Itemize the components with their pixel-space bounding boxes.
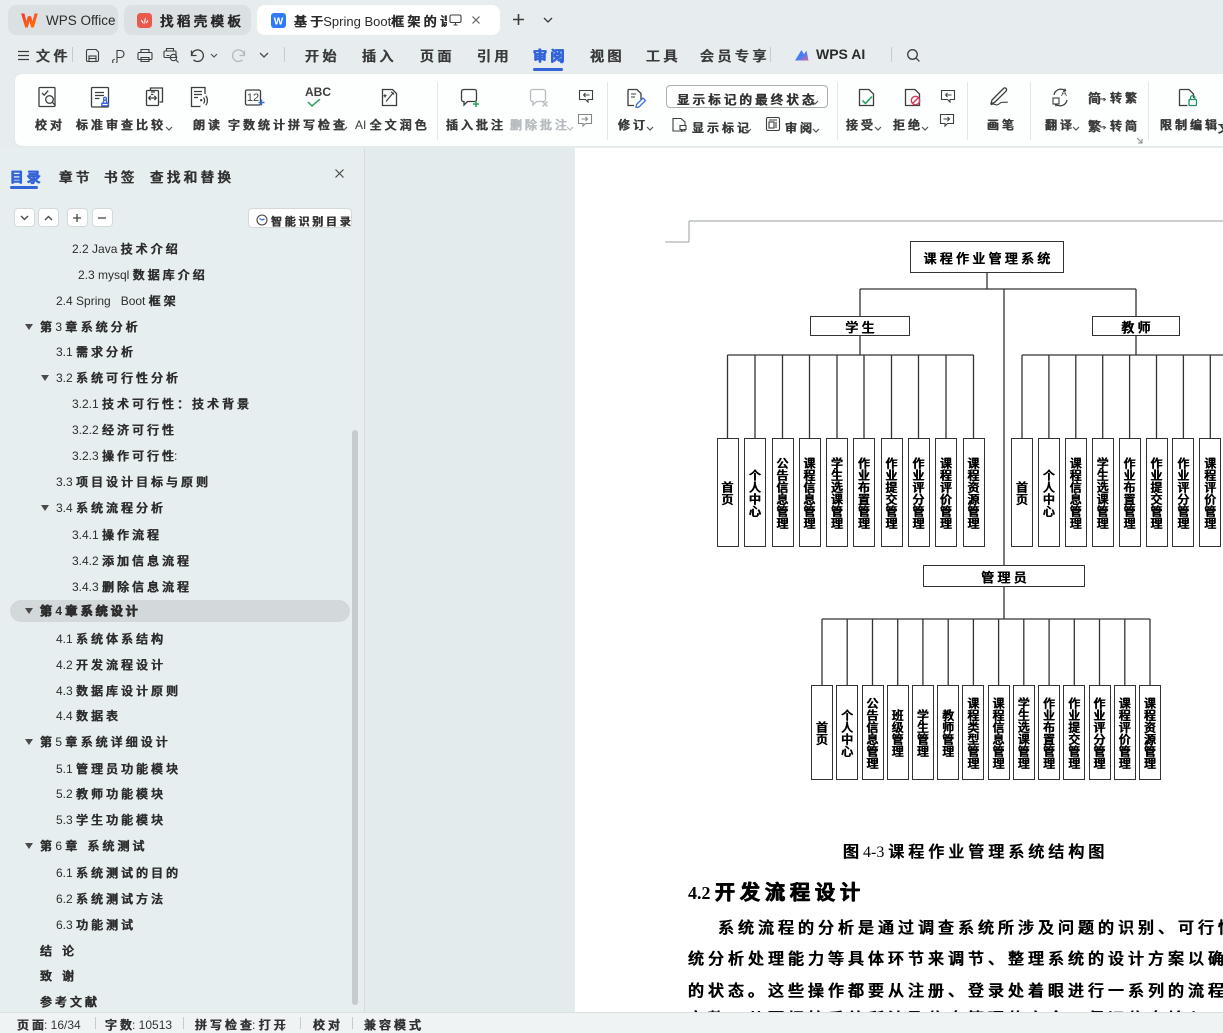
svg-text:12: 12 [247, 92, 259, 104]
svg-text:A: A [1061, 88, 1067, 98]
svg-text:W: W [274, 16, 284, 27]
